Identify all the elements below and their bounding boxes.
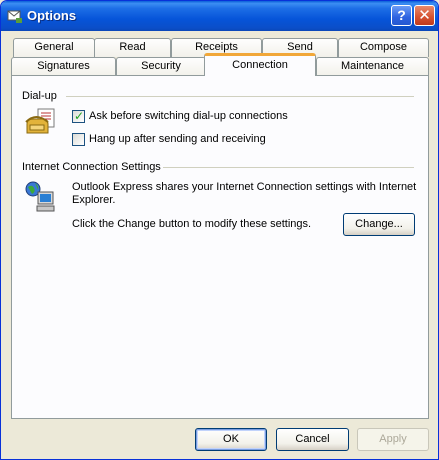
connection-panel: Dial-up ✓ Ask before switching dial-up c… [11, 75, 429, 419]
hang-up-checkbox[interactable] [72, 133, 85, 146]
tab-compose[interactable]: Compose [338, 38, 429, 57]
tab-signatures[interactable]: Signatures [11, 57, 116, 76]
globe-computer-icon [25, 181, 55, 212]
dialup-divider [66, 96, 414, 97]
window-title: Options [27, 8, 77, 23]
envelope-icon [7, 10, 22, 23]
tab-general[interactable]: General [13, 38, 95, 57]
internet-divider [163, 167, 414, 168]
internet-info-line1: Outlook Express shares your Internet Con… [72, 181, 417, 193]
tab-connection[interactable]: Connection [204, 53, 316, 76]
close-button[interactable]: ✕ [414, 5, 435, 26]
ask-before-switching-checkbox[interactable]: ✓ [72, 109, 85, 123]
ok-button[interactable]: OK [195, 428, 267, 451]
ask-before-switching-label[interactable]: Ask before switching dial-up connections [89, 110, 288, 122]
help-button[interactable]: ? [391, 5, 412, 26]
apply-button: Apply [357, 428, 429, 451]
internet-group-label: Internet Connection Settings [22, 161, 161, 173]
options-dialog: Options ? ✕ General Read Receipts Send C… [0, 0, 439, 460]
hang-up-label[interactable]: Hang up after sending and receiving [89, 133, 266, 145]
title-bar[interactable]: Options ? ✕ [1, 1, 438, 31]
tab-security[interactable]: Security [116, 57, 206, 76]
change-hint-text: Click the Change button to modify these … [72, 218, 312, 230]
internet-info-line2: Explorer. [72, 194, 116, 206]
cancel-button[interactable]: Cancel [276, 428, 349, 451]
dialup-group-label: Dial-up [22, 90, 57, 102]
change-button[interactable]: Change... [343, 213, 415, 236]
tab-maintenance[interactable]: Maintenance [316, 57, 429, 76]
checkmark-icon: ✓ [74, 109, 85, 123]
tab-read[interactable]: Read [94, 38, 171, 57]
dialup-phone-icon [25, 108, 55, 134]
